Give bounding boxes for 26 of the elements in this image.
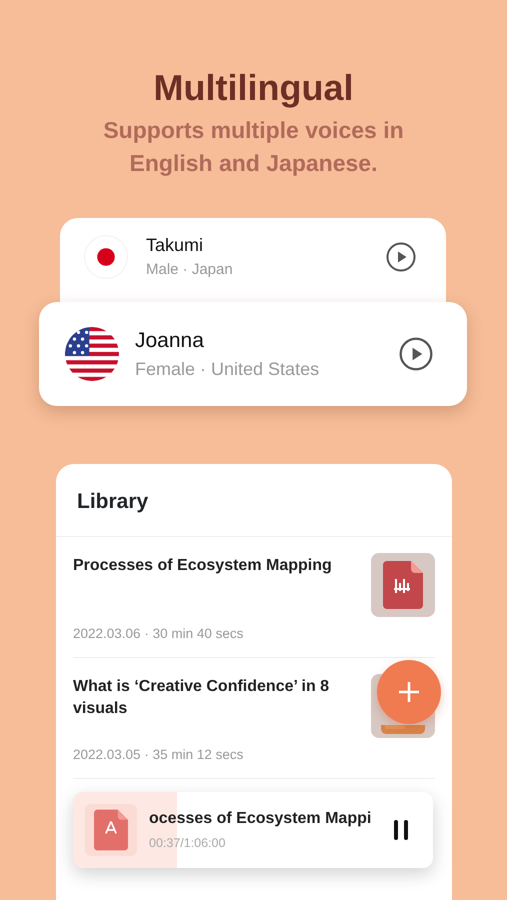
usa-flag-icon	[65, 327, 119, 381]
play-button[interactable]	[399, 337, 433, 371]
document-thumbnail[interactable]	[371, 552, 435, 616]
play-icon	[386, 242, 416, 272]
voice-name: Joanna	[135, 328, 205, 354]
page-title: Multilingual	[152, 66, 354, 110]
plus-icon	[397, 680, 421, 704]
library-title: Library	[56, 464, 452, 536]
japan-flag-icon	[84, 235, 128, 279]
pdf-file-icon	[383, 560, 423, 608]
item-title[interactable]: What is ‘Creative Confidence’ in 8 visuals	[73, 676, 351, 720]
pause-icon	[391, 819, 411, 841]
player-time: 00:37/1:06:00	[149, 835, 226, 852]
add-button[interactable]	[377, 660, 441, 724]
item-meta: 2022.03.05 · 35 min 12 secs	[73, 746, 244, 764]
voice-details: Male · Japan	[146, 260, 233, 280]
voice-name: Takumi	[146, 234, 204, 258]
play-button[interactable]	[386, 242, 416, 272]
item-meta: 2022.03.06 · 30 min 40 secs	[73, 625, 244, 644]
item-title[interactable]: Processes of Ecosystem Mapping	[73, 554, 351, 576]
voice-card[interactable]: Joanna Female · United States	[39, 302, 467, 406]
play-icon	[399, 337, 433, 371]
page-subtitle: Supports multiple voices in English and Japanese.	[102, 116, 405, 178]
pdf-file-icon	[94, 809, 128, 851]
player-title: ocesses of Ecosystem Mappi	[149, 809, 372, 830]
voice-details: Female · United States	[135, 358, 320, 382]
